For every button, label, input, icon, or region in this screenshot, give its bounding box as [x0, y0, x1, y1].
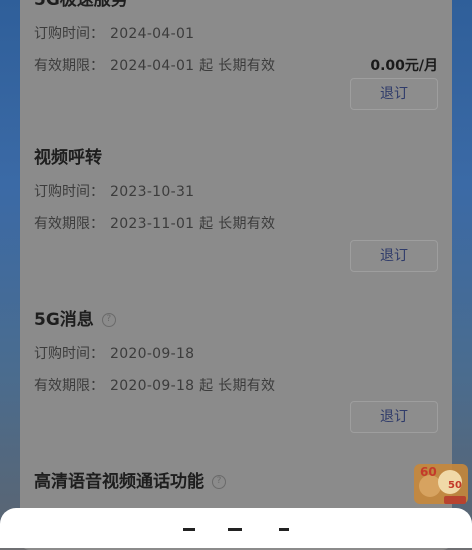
- order-time-row: 订购时间： 2020-09-18: [34, 344, 438, 364]
- order-time-label: 订购时间：: [34, 26, 104, 42]
- service-title-text: 高清语音视频通话功能: [34, 472, 204, 492]
- background-left-edge: [0, 0, 22, 530]
- unsubscribe-button[interactable]: 退订: [350, 401, 438, 433]
- validity-value: 2024-04-01 起 长期有效: [110, 58, 276, 74]
- sheet-title-fragment: [0, 520, 472, 538]
- background-right-edge: [450, 0, 472, 530]
- order-time-value: 2023-10-31: [110, 184, 195, 200]
- validity-value: 2023-11-01 起 长期有效: [110, 216, 276, 232]
- validity-row: 有效期限： 2023-11-01 起 长期有效: [34, 214, 438, 234]
- validity-row: 有效期限： 2020-09-18 起 长期有效: [34, 376, 438, 396]
- order-time-value: 2020-09-18: [110, 346, 195, 362]
- service-title-text: 视频呼转: [34, 148, 102, 168]
- unsubscribe-button[interactable]: 退订: [350, 240, 438, 272]
- unsubscribe-button[interactable]: 退订: [350, 78, 438, 110]
- validity-label: 有效期限：: [34, 58, 104, 74]
- order-time-value: 2024-04-01: [110, 26, 195, 42]
- service-item-hd-voice-video: 高清语音视频通话功能 ?: [34, 470, 438, 494]
- service-title: 高清语音视频通话功能 ?: [34, 470, 438, 494]
- service-item-5g-speed: 5G极速服务 订购时间： 2024-04-01 有效期限： 2024-04-01…: [34, 0, 438, 110]
- help-icon[interactable]: ?: [212, 475, 226, 489]
- order-time-row: 订购时间： 2024-04-01: [34, 24, 438, 44]
- service-title: 5G消息 ?: [34, 308, 438, 332]
- validity-label: 有效期限：: [34, 378, 104, 394]
- service-item-video-forward: 视频呼转 订购时间： 2023-10-31 有效期限： 2023-11-01 起…: [34, 146, 438, 272]
- service-item-5g-message: 5G消息 ? 订购时间： 2020-09-18 有效期限： 2020-09-18…: [34, 308, 438, 433]
- service-title-text: 5G极速服务: [34, 0, 128, 10]
- service-title: 视频呼转: [34, 146, 438, 170]
- promo-badge-graphic: 60 50: [414, 464, 468, 504]
- help-icon[interactable]: ?: [101, 313, 116, 327]
- validity-value: 2020-09-18 起 长期有效: [110, 378, 276, 394]
- order-time-row: 订购时间： 2023-10-31: [34, 182, 438, 202]
- order-time-label: 订购时间：: [34, 184, 104, 200]
- bottom-sheet[interactable]: [0, 508, 472, 548]
- service-title: 5G极速服务: [34, 0, 438, 12]
- validity-row: 有效期限： 2024-04-01 起 长期有效 0.00元/月: [34, 56, 438, 76]
- promo-badge[interactable]: 60 50: [410, 458, 472, 508]
- monthly-price: 0.00元/月: [370, 58, 438, 74]
- order-time-label: 订购时间：: [34, 346, 104, 362]
- badge-number-50: 50: [448, 480, 462, 491]
- badge-number-60: 60: [420, 465, 437, 479]
- service-title-text: 5G消息: [34, 310, 94, 330]
- validity-label: 有效期限：: [34, 216, 104, 232]
